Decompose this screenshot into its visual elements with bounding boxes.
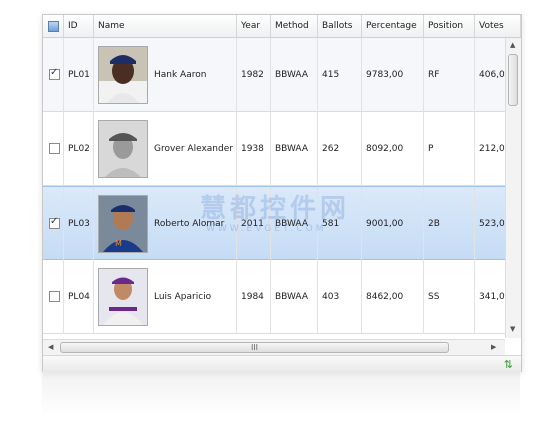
cell-method: BBWAA: [271, 38, 318, 112]
select-all-cell[interactable]: [43, 15, 64, 37]
arrow-right-icon[interactable]: ▶: [491, 343, 496, 351]
arrow-up-icon[interactable]: ▲: [510, 41, 515, 49]
cell-percentage: 9001,00: [362, 187, 424, 261]
cell-id: PL01: [64, 38, 94, 112]
row-checkbox-icon[interactable]: [49, 143, 60, 154]
horizontal-scroll-thumb[interactable]: III: [60, 342, 449, 353]
cell-percentage: 8092,00: [362, 112, 424, 186]
player-photo: [98, 46, 148, 104]
column-header-id[interactable]: ID: [64, 15, 94, 37]
cell-id: PL02: [64, 112, 94, 186]
cell-votes: 212,00: [479, 144, 505, 154]
table-row[interactable]: PL02 Grover Alexander 1938 BBWAA 262 809…: [43, 112, 505, 186]
cell-position: 2B: [424, 187, 475, 261]
player-photo: M: [98, 195, 148, 253]
row-select-cell[interactable]: [43, 260, 64, 334]
vertical-scrollbar[interactable]: ▲ ▼: [505, 38, 521, 338]
cell-position: RF: [424, 38, 475, 112]
column-header-votes[interactable]: Votes: [475, 15, 521, 37]
cell-name: Luis Aparicio: [94, 260, 237, 334]
grid-footer: ⇅: [43, 355, 521, 372]
cell-id: PL03: [64, 187, 94, 261]
arrow-left-icon[interactable]: ◀: [48, 343, 53, 351]
vertical-scroll-thumb[interactable]: [508, 54, 518, 106]
player-name: Luis Aparicio: [154, 292, 212, 302]
cell-id: PL04: [64, 260, 94, 334]
cell-ballots: 262: [318, 112, 362, 186]
svg-text:M: M: [115, 239, 122, 248]
row-checkbox-icon[interactable]: [49, 67, 60, 80]
player-name: Hank Aaron: [154, 70, 207, 80]
cell-ballots: 403: [318, 260, 362, 334]
column-header-method[interactable]: Method: [271, 15, 318, 37]
cell-percentage: 8462,00: [362, 260, 424, 334]
cell-name: Grover Alexander: [94, 112, 237, 186]
horizontal-scrollbar[interactable]: ◀ III ▶: [43, 339, 505, 355]
cell-ballots: 415: [318, 38, 362, 112]
cell-percentage: 9783,00: [362, 38, 424, 112]
column-header-position[interactable]: Position: [424, 15, 475, 37]
cell-votes: 341,00: [479, 292, 505, 302]
row-select-cell[interactable]: [43, 112, 64, 186]
cell-year: 1984: [237, 260, 271, 334]
grid-reflection: [42, 371, 520, 416]
cell-position: SS: [424, 260, 475, 334]
player-photo: [98, 268, 148, 326]
column-header-year[interactable]: Year: [237, 15, 271, 37]
cell-method: BBWAA: [271, 260, 318, 334]
table-row[interactable]: PL04 Luis Aparicio 1984 BBWAA 403 8462,0…: [43, 260, 505, 334]
column-header-ballots[interactable]: Ballots: [318, 15, 362, 37]
select-all-checkbox-icon[interactable]: [48, 21, 59, 32]
cell-name: Hank Aaron: [94, 38, 237, 112]
column-header-name[interactable]: Name: [94, 15, 237, 37]
refresh-icon[interactable]: ⇅: [504, 358, 513, 371]
cell-method: BBWAA: [271, 112, 318, 186]
cell-votes: 523,00: [479, 219, 505, 229]
row-checkbox-icon[interactable]: [49, 216, 60, 229]
row-checkbox-icon[interactable]: [49, 291, 60, 302]
cell-year: 1938: [237, 112, 271, 186]
player-photo: [98, 120, 148, 178]
watermark-logo: 慧都控件网: [200, 194, 351, 224]
player-name: Grover Alexander: [154, 144, 233, 154]
arrow-down-icon[interactable]: ▼: [510, 325, 515, 333]
cell-year: 1982: [237, 38, 271, 112]
table-row[interactable]: PL01 Hank Aaron 1982 BBWAA 415 9783,00 R…: [43, 38, 505, 112]
row-select-cell[interactable]: [43, 187, 64, 261]
cell-votes: 406,00: [479, 70, 505, 80]
column-header-percentage[interactable]: Percentage: [362, 15, 424, 37]
cell-position: P: [424, 112, 475, 186]
watermark-url: WWW.EVGET.COM: [206, 224, 327, 234]
grid-header: ID Name Year Method Ballots Percentage P…: [43, 15, 521, 38]
row-select-cell[interactable]: [43, 38, 64, 112]
